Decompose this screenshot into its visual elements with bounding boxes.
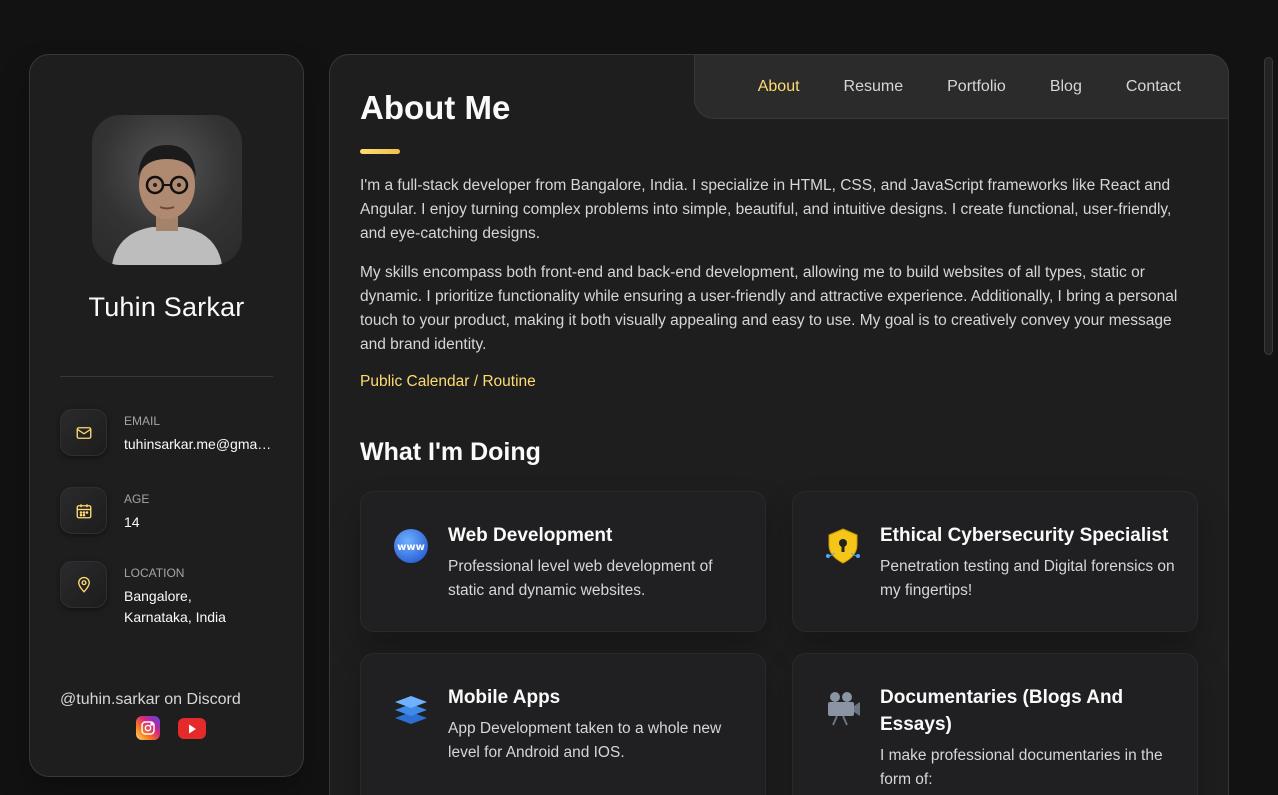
service-text: Penetration testing and Digital forensic…: [880, 558, 1175, 599]
service-card-web: www Web Development Professional level w…: [360, 491, 766, 632]
service-card-security: Ethical Cybersecurity Specialist Penetra…: [792, 491, 1198, 632]
social-list: [136, 716, 206, 740]
service-title: Ethical Cybersecurity Specialist: [880, 525, 1169, 546]
service-title: Web Development: [448, 525, 613, 546]
youtube-icon[interactable]: [178, 718, 206, 739]
email-link[interactable]: tuhinsarkar.me@gmail.com: [124, 434, 274, 455]
contact-value: Bangalore, Karnataka, India: [124, 588, 226, 625]
mail-icon: [60, 409, 107, 456]
nav-contact[interactable]: Contact: [1126, 78, 1181, 96]
service-title: Mobile Apps: [448, 687, 561, 708]
service-text: App Development taken to a whole new lev…: [448, 720, 722, 761]
about-paragraph-2: My skills encompass both front-end and b…: [360, 264, 1178, 353]
contact-title: Location: [124, 566, 185, 580]
service-text: Professional level web development of st…: [448, 558, 713, 599]
page-scrollbar[interactable]: [1264, 57, 1273, 355]
contact-title: Email: [124, 414, 161, 428]
video-camera-icon: [823, 688, 863, 728]
nav-blog[interactable]: Blog: [1050, 78, 1082, 96]
www-globe-icon: www: [391, 526, 431, 566]
about-paragraph-1: I'm a full-stack developer from Bangalor…: [360, 177, 1172, 242]
discord-handle: @tuhin.sarkar on Discord: [60, 691, 241, 708]
profile-name: Tuhin Sarkar: [88, 292, 245, 322]
layers-icon: [391, 688, 431, 728]
separator: [60, 376, 273, 377]
nav-resume[interactable]: Resume: [844, 78, 904, 96]
main-panel: About Resume Portfolio Blog Contact Abou…: [329, 54, 1229, 795]
shield-lock-icon: [823, 526, 863, 566]
navbar: About Resume Portfolio Blog Contact: [694, 54, 1229, 119]
section-title: What I'm Doing: [360, 438, 541, 466]
nav-portfolio[interactable]: Portfolio: [947, 78, 1006, 96]
calendar-icon: [60, 487, 107, 534]
calendar-link[interactable]: Public Calendar / Routine: [360, 373, 536, 391]
contact-value: 14: [124, 514, 140, 530]
avatar: [92, 115, 242, 265]
nav-about[interactable]: About: [758, 78, 800, 96]
service-text: I make professional documentaries in the…: [880, 747, 1163, 788]
contact-title: Age: [124, 492, 150, 506]
service-card-documentaries: Documentaries (Blogs And Essays) I make …: [792, 653, 1198, 795]
svg-text:www: www: [397, 542, 425, 553]
sidebar: Tuhin Sarkar Email tuhinsarkar.me@gmail.…: [29, 54, 304, 777]
avatar-image: [112, 145, 222, 265]
title-underline: [360, 149, 400, 154]
service-card-mobile: Mobile Apps App Development taken to a w…: [360, 653, 766, 795]
location-pin-icon: [60, 561, 107, 608]
page-title: About Me: [360, 89, 511, 126]
service-title: Documentaries (Blogs And Essays): [880, 687, 1124, 735]
instagram-icon[interactable]: [136, 716, 160, 740]
